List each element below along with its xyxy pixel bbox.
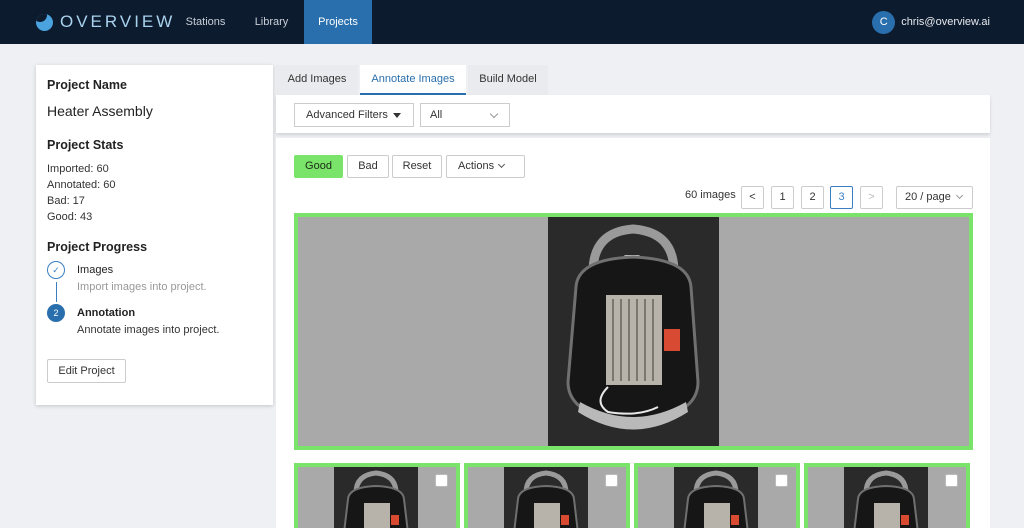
step-annotation-title: Annotation	[77, 307, 136, 319]
heater-image	[548, 217, 719, 446]
step-connector	[56, 282, 57, 302]
avatar: C	[872, 10, 896, 34]
project-stats-label: Project Stats	[47, 138, 124, 152]
project-name: Heater Assembly	[47, 103, 153, 119]
image-thumbnail[interactable]	[464, 463, 630, 528]
advanced-filters-button[interactable]: Advanced Filters	[294, 103, 414, 127]
prev-page-button[interactable]: <	[741, 186, 764, 209]
select-checkbox[interactable]	[605, 474, 618, 487]
page-size-value: 20 / page	[905, 191, 951, 203]
filter-select-value: All	[430, 109, 443, 121]
step-images-desc: Import images into project.	[77, 281, 207, 293]
tab-add-images[interactable]: Add Images	[276, 65, 358, 95]
chevron-down-icon	[489, 109, 499, 119]
page-size-select[interactable]: 20 / page	[896, 186, 973, 209]
page-1-button[interactable]: 1	[771, 186, 794, 209]
annotation-panel: Good Bad Reset Actions 60 images < 1 2 3…	[276, 138, 990, 528]
bad-button[interactable]: Bad	[347, 155, 389, 178]
stat-bad: Bad: 17	[47, 195, 85, 207]
nav-projects[interactable]: Projects	[304, 0, 372, 44]
page-2-button[interactable]: 2	[801, 186, 824, 209]
filter-bar: Advanced Filters All	[276, 95, 990, 133]
caret-down-icon	[393, 113, 401, 118]
select-checkbox[interactable]	[775, 474, 788, 487]
project-progress-label: Project Progress	[47, 240, 148, 254]
page-3-button[interactable]: 3	[830, 186, 853, 209]
nav-library[interactable]: Library	[240, 0, 303, 44]
advanced-filters-label: Advanced Filters	[306, 109, 388, 121]
selected-image-preview[interactable]	[294, 213, 973, 450]
stat-imported: Imported: 60	[47, 163, 109, 175]
actions-label: Actions	[458, 160, 495, 172]
step-images-title: Images	[77, 264, 114, 276]
stat-good: Good: 43	[47, 211, 93, 223]
heater-thumbnail-image	[844, 467, 928, 528]
overview-logo-icon	[36, 13, 53, 31]
select-checkbox[interactable]	[435, 474, 448, 487]
tab-annotate-images[interactable]: Annotate Images	[360, 65, 466, 95]
project-name-label: Project Name	[47, 78, 127, 92]
select-checkbox[interactable]	[945, 474, 958, 487]
heater-thumbnail-image	[334, 467, 418, 528]
heater-thumbnail-image	[674, 467, 758, 528]
image-thumbnail[interactable]	[634, 463, 800, 528]
actions-dropdown[interactable]: Actions	[446, 155, 525, 178]
logo-text: OVERVIEW	[60, 12, 176, 31]
reset-button[interactable]: Reset	[392, 155, 442, 178]
project-info-card: Project Name Heater Assembly Project Sta…	[36, 65, 273, 405]
check-icon: ✓	[47, 261, 65, 279]
edit-project-button[interactable]: Edit Project	[47, 359, 126, 383]
step-annotation-desc: Annotate images into project.	[77, 324, 220, 336]
image-thumbnail[interactable]	[804, 463, 970, 528]
tab-build-model[interactable]: Build Model	[468, 65, 548, 95]
good-button[interactable]: Good	[294, 155, 343, 178]
chevron-down-icon	[955, 191, 964, 200]
next-page-button[interactable]: >	[860, 186, 883, 209]
user-menu[interactable]: C chris@overview.ai	[872, 9, 990, 35]
user-email: chris@overview.ai	[901, 16, 990, 28]
stat-annotated: Annotated: 60	[47, 179, 116, 191]
image-thumbnail[interactable]	[294, 463, 460, 528]
chevron-down-icon	[497, 160, 506, 169]
logo[interactable]: OVERVIEW	[36, 12, 175, 32]
nav-stations[interactable]: Stations	[172, 0, 239, 44]
image-count: 60 images	[685, 189, 736, 201]
heater-thumbnail-image	[504, 467, 588, 528]
filter-select[interactable]: All	[420, 103, 510, 127]
step-number-2: 2	[47, 304, 65, 322]
top-nav-bar: OVERVIEW Stations Library Projects C chr…	[0, 0, 1024, 44]
